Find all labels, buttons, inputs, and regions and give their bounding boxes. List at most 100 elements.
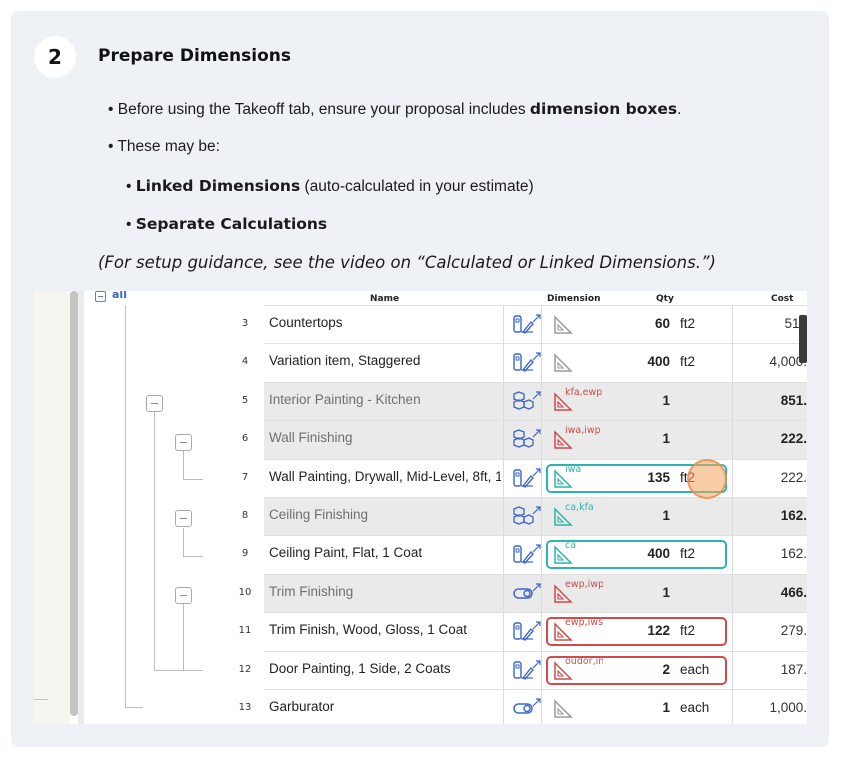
dimension-tag: kfa,ewp (565, 386, 603, 398)
qty-value[interactable]: 400 (627, 546, 670, 561)
cost-value: 466. (780, 584, 807, 600)
step-title: Prepare Dimensions (98, 46, 291, 66)
row-name[interactable]: Garburator (269, 699, 501, 714)
open-arrow-icon[interactable] (532, 423, 541, 438)
open-arrow-icon[interactable] (532, 462, 541, 477)
ruler-tool-icon[interactable] (512, 659, 534, 681)
cost-value: 222. (780, 469, 807, 485)
dimension-tag: ewp,iwp (565, 578, 603, 590)
row-name[interactable]: Wall Painting, Drywall, Mid-Level, 8ft, … (269, 469, 501, 484)
cost-value: 162. (780, 546, 807, 562)
open-arrow-icon[interactable] (532, 654, 541, 669)
open-arrow-icon[interactable] (532, 308, 541, 323)
row-number: 5 (241, 394, 249, 406)
bullet-dot: • (126, 216, 136, 233)
cubes-icon[interactable] (512, 505, 534, 527)
tree-line (183, 604, 184, 670)
qty-value[interactable]: 60 (627, 316, 670, 331)
cost-value: 187. (780, 661, 807, 677)
row-name[interactable]: Door Painting, 1 Side, 2 Coats (269, 661, 501, 676)
table-body: 3 Countertops 60 ft2 5 10 4 Variation item, Sta… (34, 291, 807, 724)
takeoff-screenshot: all Name Dimension Qty Cost 3 Countertops… (34, 291, 807, 724)
qty-value[interactable]: 1 (627, 508, 670, 523)
tree-line (183, 479, 203, 480)
row-number: 10 (238, 586, 252, 598)
row-number: 8 (241, 510, 249, 521)
collapse-toggle[interactable] (175, 434, 192, 451)
qty-value[interactable]: 400 (627, 354, 670, 369)
open-arrow-icon[interactable] (532, 385, 541, 400)
cost-value: 222. (780, 431, 807, 447)
cost-value: 851. (780, 392, 807, 408)
row-number: 6 (241, 433, 249, 445)
open-arrow-icon[interactable] (532, 577, 541, 592)
cubes-icon[interactable] (512, 428, 534, 450)
row-number: 3 (241, 318, 249, 329)
collapse-toggle[interactable] (175, 587, 192, 604)
collapse-toggle[interactable] (175, 510, 192, 527)
horizontal-scroll-handle[interactable] (799, 315, 807, 363)
row-name[interactable]: Trim Finishing (269, 584, 501, 599)
qty-unit: ft2 (680, 546, 696, 562)
row-name[interactable]: Countertops (269, 315, 501, 330)
qty-value[interactable]: 1 (627, 700, 670, 715)
dimension-tag: iwa,iwp (565, 425, 601, 437)
ruler-tool-icon[interactable] (512, 351, 534, 373)
open-arrow-icon[interactable] (532, 615, 541, 630)
tree-line (183, 451, 184, 479)
cost-value: 162. (780, 508, 807, 523)
row-number: 13 (238, 702, 252, 713)
step-number-badge: 2 (34, 36, 76, 78)
dimension-icon[interactable] (552, 698, 574, 720)
bullet-bold-text: Separate Calculations (135, 215, 328, 233)
bullet-text: . (677, 101, 682, 118)
ruler-tool-icon[interactable] (512, 620, 534, 642)
column-divider (503, 305, 504, 724)
qty-value[interactable]: 135 (627, 470, 670, 485)
tree-line (125, 305, 126, 707)
qty-value[interactable]: 1 (627, 393, 670, 408)
collapse-toggle[interactable] (146, 395, 163, 412)
tree-line (183, 670, 203, 671)
row-name[interactable]: Interior Painting - Kitchen (269, 392, 501, 407)
column-divider (541, 305, 542, 724)
qty-unit: ft2 (680, 623, 696, 639)
bullet-text: • Before using the Takeoff tab, ensure y… (108, 101, 530, 118)
ruler-tool-icon[interactable] (512, 313, 534, 335)
qty-value[interactable]: 1 (627, 585, 670, 600)
dimension-tag: ca,kfa (565, 502, 594, 513)
qty-value[interactable]: 1 (627, 431, 670, 446)
row-name[interactable]: Variation item, Staggered (269, 353, 501, 368)
qty-value[interactable]: 2 (627, 662, 670, 677)
qty-value[interactable]: 122 (627, 623, 670, 638)
bullet-text: (auto-calculated in your estimate) (300, 178, 534, 195)
row-number: 4 (241, 356, 249, 368)
bullet-linked-dimensions: • Linked Dimensions (auto-calculated in … (126, 177, 534, 196)
row-number: 11 (238, 625, 252, 637)
open-arrow-icon[interactable] (532, 500, 541, 515)
tree-line (154, 412, 155, 670)
dimension-icon[interactable] (552, 352, 574, 374)
toggle-icon[interactable] (512, 582, 534, 604)
open-arrow-icon[interactable] (532, 692, 541, 707)
dimension-icon[interactable] (552, 314, 574, 336)
toggle-icon[interactable] (512, 697, 534, 719)
row-name[interactable]: Wall Finishing (269, 430, 501, 445)
qty-unit: ft2 (680, 354, 696, 370)
cubes-icon[interactable] (512, 390, 534, 412)
row-name[interactable]: Ceiling Finishing (269, 507, 501, 522)
tree-line (183, 556, 203, 557)
row-name[interactable]: Ceiling Paint, Flat, 1 Coat (269, 545, 501, 560)
bullet-dot: • (126, 178, 136, 195)
row-name[interactable]: Trim Finish, Wood, Gloss, 1 Coat (269, 622, 501, 637)
open-arrow-icon[interactable] (532, 346, 541, 361)
row-number: 9 (241, 548, 249, 560)
ruler-tool-icon[interactable] (512, 467, 534, 489)
bullet-these-may-be: • These may be: (108, 138, 220, 155)
cost-value: 279. (780, 623, 807, 639)
open-arrow-icon[interactable] (532, 538, 541, 553)
bullet-dimension-boxes: • Before using the Takeoff tab, ensure y… (108, 100, 681, 119)
setup-guidance-note: (For setup guidance, see the video on “C… (98, 253, 716, 272)
bullet-separate-calculations: • Separate Calculations (126, 215, 327, 234)
ruler-tool-icon[interactable] (512, 543, 534, 565)
